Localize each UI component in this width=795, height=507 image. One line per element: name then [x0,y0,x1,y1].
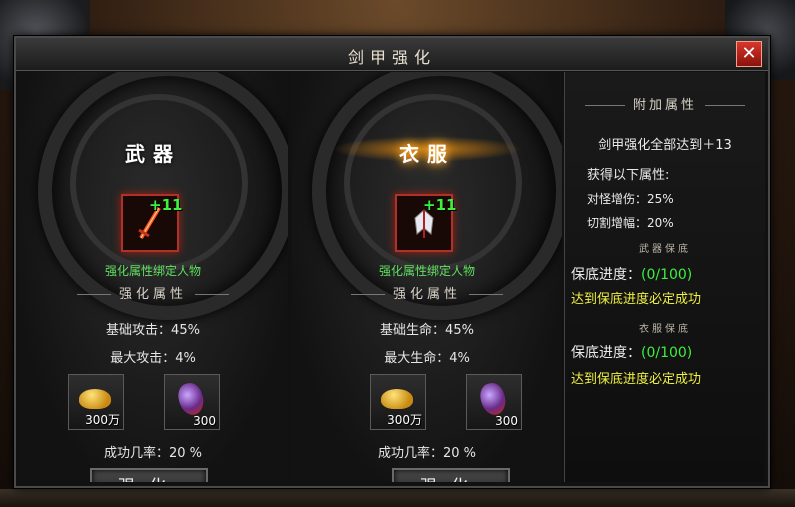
armor-bind-note: 强化属性绑定人物 [378,264,475,278]
bonus-side-panel: 附加属性 剑甲强化全部达到＋13 获得以下属性: 对怪增伤：25% 切割增幅：2… [564,72,765,482]
armor-material-crystal[interactable]: 300 [466,374,522,430]
weapon-panel: 武器 +11 强化属性绑定人物 强化属性 基础攻击：45% 最大攻击：4% 30… [18,72,288,482]
close-button[interactable]: ✕ [736,41,762,67]
armor-guarantee-note: 达到保底进度必定成功 [571,372,702,387]
dialog-titlebar: 剑甲强化 ✕ [16,38,768,71]
weapon-material-crystal[interactable]: 300 [164,374,220,430]
weapon-panel-title: 武器 [125,142,181,166]
armor-success-rate: 成功几率：20 % [377,446,477,461]
gold-ingot-icon [381,389,413,409]
weapon-stat: 基础攻击：45% [106,323,200,338]
armor-level-badge: +11 [423,196,457,214]
weapon-material-gold[interactable]: 300万 [68,374,124,430]
game-bottom-bar [0,489,795,507]
weapon-guarantee-row: 保底进度：(0/100) [571,264,765,284]
bonus-line: 对怪增伤：25% [587,192,674,206]
progress-value: (0/100) [641,345,693,361]
armor-material-gold[interactable]: 300万 [370,374,426,430]
armor-guarantee-row: 保底进度：(0/100) [571,342,765,362]
weapon-level-badge: +11 [149,196,183,214]
weapon-bind-note: 强化属性绑定人物 [104,264,201,278]
weapon-guarantee-note: 达到保底进度必定成功 [571,292,702,307]
gain-label: 获得以下属性: [587,168,670,183]
weapon-section-title: 强化属性 [18,283,288,302]
material-count: 300 [495,414,518,428]
armor-enhance-button[interactable]: 强化 [392,468,510,482]
material-count: 300万 [85,413,120,427]
weapon-stat: 最大攻击：4% [110,351,196,366]
armor-stat: 最大生命：4% [384,351,470,366]
dialog-title: 剑甲强化 [347,48,436,67]
armor-section-title: 强化属性 [292,283,562,302]
progress-label: 保底进度： [571,345,641,361]
weapon-enhance-button[interactable]: 强化 [90,468,208,482]
material-count: 300万 [387,413,422,427]
red-crystal-icon [477,380,509,418]
bonus-line: 切割增幅：20% [587,216,674,230]
progress-value: (0/100) [641,267,693,283]
armor-guarantee-title: 衣服保底 [639,324,691,335]
gold-ingot-icon [79,389,111,409]
progress-label: 保底进度： [571,267,641,283]
armor-stat: 基础生命：45% [380,323,474,338]
enhance-dialog: 剑甲强化 ✕ 武器 +11 强化属性绑定人物 强化属性 基础攻击：45% 最大攻… [14,36,770,488]
armor-panel: 衣服 +11 强化属性绑定人物 强化属性 基础生命：45% 最大生命：4% 30… [292,72,562,482]
material-count: 300 [193,414,216,428]
red-crystal-icon [175,380,207,418]
weapon-guarantee-title: 武器保底 [639,244,691,255]
all-reach-text: 剑甲强化全部达到＋13 [598,138,732,153]
weapon-success-rate: 成功几率：20 % [103,446,203,461]
side-panel-title: 附加属性 [565,94,765,113]
armor-panel-title: 衣服 [399,142,455,166]
background-banner-art [330,0,490,30]
